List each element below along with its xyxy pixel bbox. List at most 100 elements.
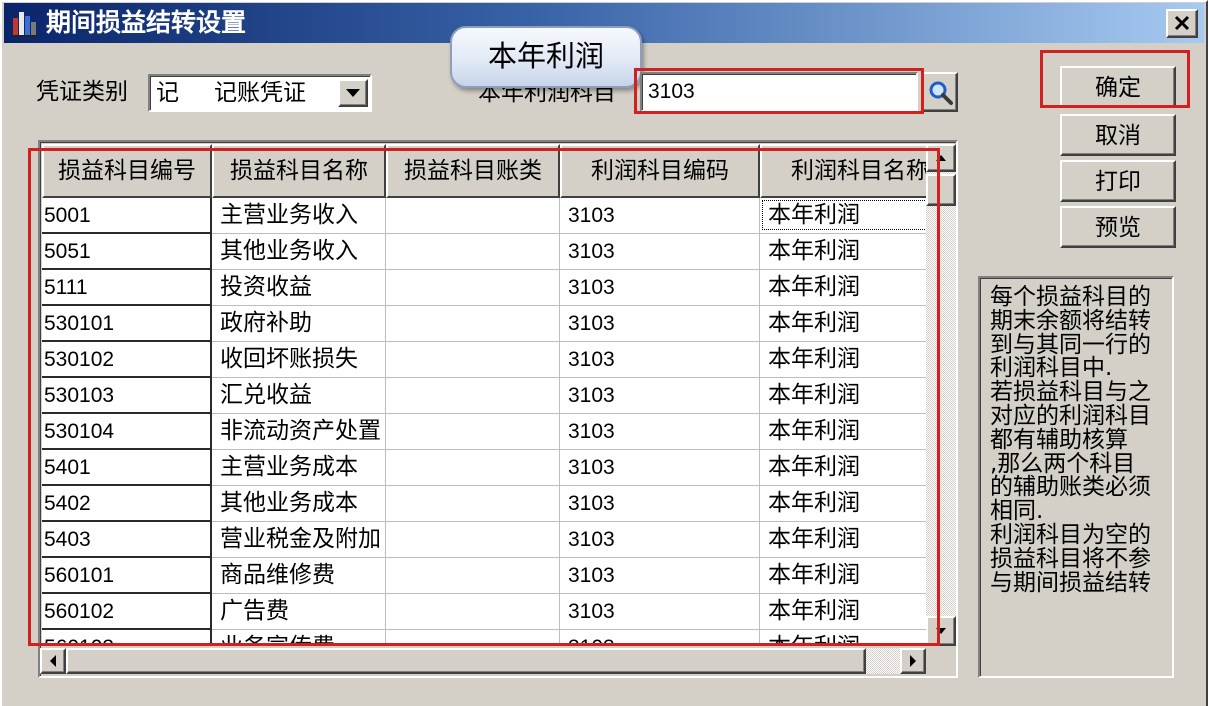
column-header[interactable]: 损益科目编号	[42, 144, 212, 198]
column-header[interactable]: 利润科目编码	[560, 144, 760, 198]
cell-profit-code[interactable]: 3103	[560, 522, 760, 558]
cell-profit-name[interactable]: 本年利润	[760, 198, 926, 234]
scroll-left-button[interactable]	[40, 648, 66, 674]
cell-pl-aux[interactable]	[386, 306, 560, 342]
ok-button[interactable]: 确定	[1060, 66, 1176, 108]
table-row[interactable]: 560101 商品维修费 3103 本年利润	[42, 558, 926, 594]
cell-pl-code[interactable]: 560101	[42, 558, 212, 594]
cell-profit-code[interactable]: 3103	[560, 594, 760, 630]
cell-pl-aux[interactable]	[386, 234, 560, 270]
cell-pl-aux[interactable]	[386, 486, 560, 522]
table-row[interactable]: 530103 汇兑收益 3103 本年利润	[42, 378, 926, 414]
cell-profit-name[interactable]: 本年利润	[760, 486, 926, 522]
cell-pl-name[interactable]: 业务宣传费	[212, 630, 386, 646]
vertical-scroll-thumb[interactable]	[926, 174, 956, 206]
cell-profit-name[interactable]: 本年利润	[760, 558, 926, 594]
cell-pl-aux[interactable]	[386, 198, 560, 234]
cell-profit-code[interactable]: 3103	[560, 450, 760, 486]
cell-pl-name[interactable]: 商品维修费	[212, 558, 386, 594]
column-header[interactable]: 损益科目账类	[386, 144, 560, 198]
cell-pl-aux[interactable]	[386, 378, 560, 414]
table-row[interactable]: 530101 政府补助 3103 本年利润	[42, 306, 926, 342]
cell-pl-name[interactable]: 汇兑收益	[212, 378, 386, 414]
cell-pl-code[interactable]: 5111	[42, 270, 212, 306]
table-row[interactable]: 5402 其他业务成本 3103 本年利润	[42, 486, 926, 522]
cell-pl-code[interactable]: 5051	[42, 234, 212, 270]
scroll-right-button[interactable]	[900, 648, 926, 674]
table-row[interactable]: 530102 收回坏账损失 3103 本年利润	[42, 342, 926, 378]
table-row[interactable]: 560102 广告费 3103 本年利润	[42, 594, 926, 630]
horizontal-scrollbar[interactable]	[40, 648, 926, 674]
cell-profit-code[interactable]: 3103	[560, 630, 760, 646]
cell-pl-code[interactable]: 5401	[42, 450, 212, 486]
cell-pl-name[interactable]: 政府补助	[212, 306, 386, 342]
table-row[interactable]: 5001 主营业务收入 3103 本年利润	[42, 198, 926, 234]
cell-pl-aux[interactable]	[386, 630, 560, 646]
close-button[interactable]	[1166, 9, 1198, 38]
cell-pl-code[interactable]: 5402	[42, 486, 212, 522]
cell-pl-aux[interactable]	[386, 414, 560, 450]
cell-profit-name[interactable]: 本年利润	[760, 414, 926, 450]
cell-pl-name[interactable]: 其他业务收入	[212, 234, 386, 270]
cell-profit-code[interactable]: 3103	[560, 234, 760, 270]
cell-pl-code[interactable]: 530101	[42, 306, 212, 342]
cell-pl-code[interactable]: 530104	[42, 414, 212, 450]
preview-button[interactable]: 预览	[1060, 206, 1176, 248]
cell-pl-name[interactable]: 收回坏账损失	[212, 342, 386, 378]
scroll-down-button[interactable]	[926, 616, 956, 646]
dropdown-button[interactable]	[338, 79, 368, 107]
cell-pl-code[interactable]: 5001	[42, 198, 212, 234]
search-button[interactable]	[922, 72, 958, 112]
cell-profit-name[interactable]: 本年利润	[760, 378, 926, 414]
cell-pl-name[interactable]: 非流动资产处置	[212, 414, 386, 450]
cell-pl-name[interactable]: 广告费	[212, 594, 386, 630]
column-header[interactable]: 损益科目名称	[212, 144, 386, 198]
cell-pl-aux[interactable]	[386, 270, 560, 306]
column-header[interactable]: 利润科目名称	[760, 144, 926, 198]
cell-pl-name[interactable]: 主营业务成本	[212, 450, 386, 486]
table-row[interactable]: 5111 投资收益 3103 本年利润	[42, 270, 926, 306]
table-row[interactable]: 5403 营业税金及附加 3103 本年利润	[42, 522, 926, 558]
cell-pl-aux[interactable]	[386, 342, 560, 378]
cell-pl-name[interactable]: 营业税金及附加	[212, 522, 386, 558]
cell-profit-name[interactable]: 本年利润	[760, 270, 926, 306]
cell-profit-code[interactable]: 3103	[560, 378, 760, 414]
cell-pl-name[interactable]: 主营业务收入	[212, 198, 386, 234]
table-row[interactable]: 5401 主营业务成本 3103 本年利润	[42, 450, 926, 486]
vertical-scrollbar[interactable]	[926, 144, 956, 646]
cell-profit-name[interactable]: 本年利润	[760, 450, 926, 486]
cell-pl-code[interactable]: 530102	[42, 342, 212, 378]
cell-profit-name[interactable]: 本年利润	[760, 306, 926, 342]
cell-profit-code[interactable]: 3103	[560, 306, 760, 342]
carryover-grid[interactable]: 损益科目编号 损益科目名称 损益科目账类 利润科目编码 利润科目名称 5001 主营业务收…	[38, 140, 958, 678]
cell-profit-code[interactable]: 3103	[560, 414, 760, 450]
cell-pl-code[interactable]: 530103	[42, 378, 212, 414]
cell-profit-code[interactable]: 3103	[560, 486, 760, 522]
cell-pl-aux[interactable]	[386, 450, 560, 486]
horizontal-scroll-thumb[interactable]	[66, 648, 866, 674]
cell-profit-code[interactable]: 3103	[560, 342, 760, 378]
cell-profit-name[interactable]: 本年利润	[760, 522, 926, 558]
table-row[interactable]: 5051 其他业务收入 3103 本年利润	[42, 234, 926, 270]
cancel-button[interactable]: 取消	[1060, 114, 1176, 156]
print-button[interactable]: 打印	[1060, 160, 1176, 202]
cell-profit-name[interactable]: 本年利润	[760, 630, 926, 646]
cell-profit-name[interactable]: 本年利润	[760, 594, 926, 630]
cell-pl-aux[interactable]	[386, 558, 560, 594]
cell-pl-aux[interactable]	[386, 594, 560, 630]
table-row[interactable]: 530104 非流动资产处置 3103 本年利润	[42, 414, 926, 450]
cell-pl-code[interactable]: 560102	[42, 594, 212, 630]
cell-profit-code[interactable]: 3103	[560, 270, 760, 306]
voucher-type-select[interactable]: 记 记账凭证	[148, 74, 372, 112]
cell-profit-code[interactable]: 3103	[560, 198, 760, 234]
profit-account-input[interactable]: 3103	[640, 72, 918, 112]
cell-profit-code[interactable]: 3103	[560, 558, 760, 594]
cell-pl-code[interactable]: 5403	[42, 522, 212, 558]
cell-profit-name[interactable]: 本年利润	[760, 342, 926, 378]
cell-pl-aux[interactable]	[386, 522, 560, 558]
cell-profit-name[interactable]: 本年利润	[760, 234, 926, 270]
table-row[interactable]: 560103业务宣传费 3103本年利润	[42, 630, 926, 646]
cell-pl-code[interactable]: 560103	[42, 630, 212, 646]
cell-pl-name[interactable]: 其他业务成本	[212, 486, 386, 522]
scroll-up-button[interactable]	[926, 144, 956, 172]
